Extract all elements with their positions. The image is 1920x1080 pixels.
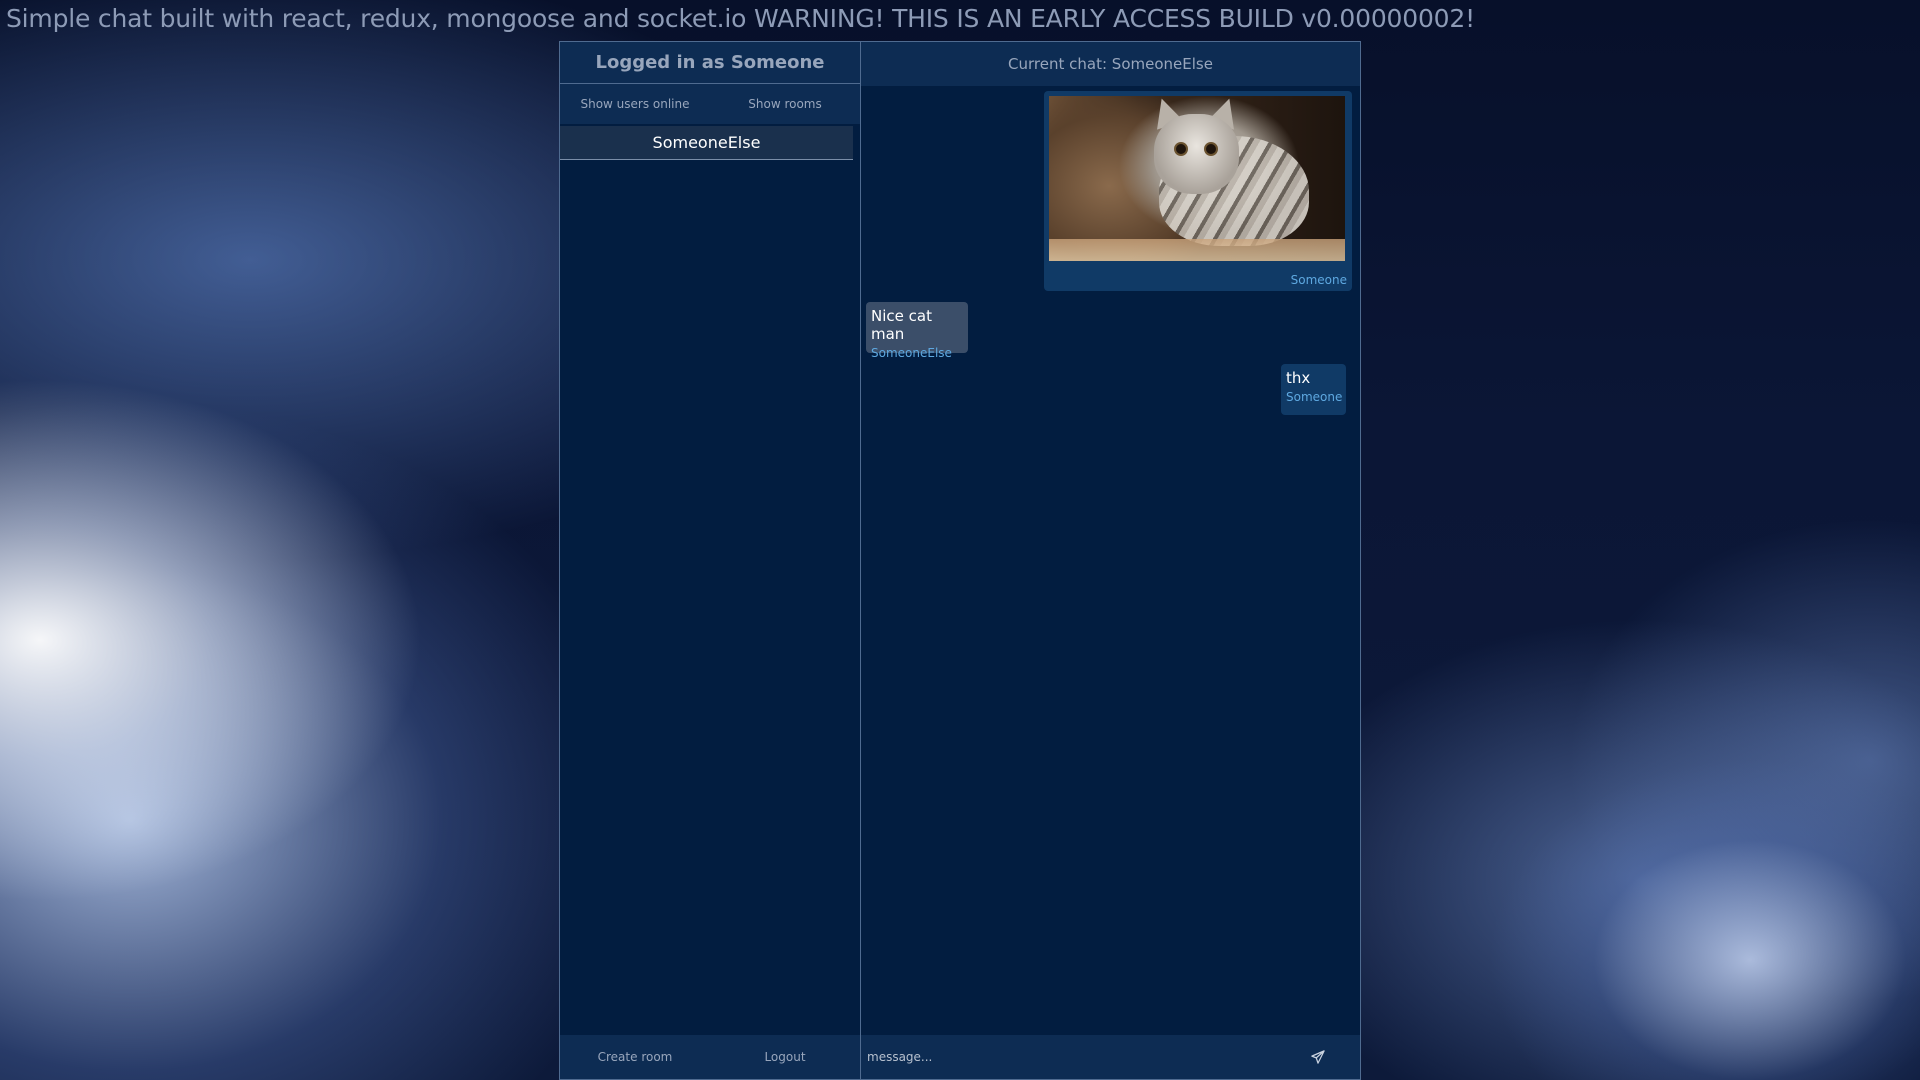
app-banner: Simple chat built with react, redux, mon… <box>6 4 1475 33</box>
message-text: Nice cat man <box>871 307 932 343</box>
message-list[interactable]: Someone Nice cat man SomeoneElse thx Som… <box>861 86 1360 1035</box>
tab-users-online[interactable]: Show users online <box>560 97 710 111</box>
message-author: Someone <box>1286 390 1343 404</box>
user-item-someoneelse[interactable]: SomeoneElse <box>560 126 853 160</box>
cat-photo[interactable] <box>1049 96 1345 261</box>
message-sent: thx Someone <box>1281 364 1346 415</box>
sidebar-tabs: Show users online Show rooms <box>560 84 860 124</box>
message-input[interactable] <box>867 1050 1307 1064</box>
message-author: Someone <box>1290 273 1347 287</box>
message-image: Someone <box>1044 91 1352 291</box>
user-list: SomeoneElse <box>560 124 860 1035</box>
message-author: SomeoneElse <box>871 346 952 360</box>
tab-rooms[interactable]: Show rooms <box>710 97 860 111</box>
chat-panel: Current chat: SomeoneElse Someone Nice c… <box>861 42 1360 1079</box>
create-room-button[interactable]: Create room <box>560 1050 710 1064</box>
message-text: thx <box>1286 369 1311 387</box>
logged-in-header: Logged in as Someone <box>560 42 860 84</box>
sidebar-footer: Create room Logout <box>560 1035 860 1079</box>
chat-app: Logged in as Someone Show users online S… <box>559 41 1361 1080</box>
sidebar: Logged in as Someone Show users online S… <box>560 42 861 1079</box>
message-received: Nice cat man SomeoneElse <box>866 302 968 360</box>
logout-button[interactable]: Logout <box>710 1050 860 1064</box>
paper-plane-icon <box>1311 1050 1325 1064</box>
current-chat-header: Current chat: SomeoneElse <box>861 42 1360 86</box>
message-composer <box>861 1035 1360 1079</box>
send-button[interactable] <box>1307 1046 1329 1068</box>
